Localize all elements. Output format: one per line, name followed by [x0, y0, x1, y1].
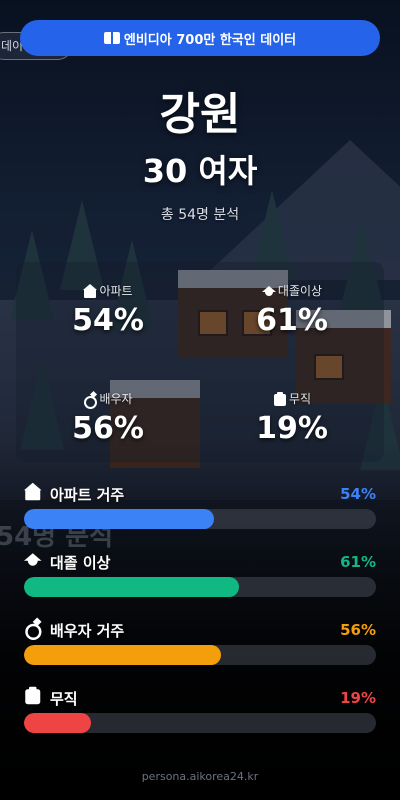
bar-label: 아파트 거주: [50, 485, 125, 504]
stat-label: 무직: [288, 392, 312, 406]
ring-icon: [24, 619, 47, 642]
footer-url[interactable]: persona.aikorea24.kr: [0, 770, 400, 783]
progress-track: [24, 645, 376, 665]
house-icon: [24, 482, 47, 506]
demographic-subtitle: 30 여자: [142, 152, 258, 190]
clipboard-icon: [273, 391, 287, 406]
progress-fill: [24, 509, 215, 529]
progress-track: [24, 577, 376, 597]
progress-track: [24, 509, 376, 529]
stat-label: 아파트: [99, 284, 133, 298]
stat-value: 19%: [256, 411, 328, 446]
stat-grid: 아파트 54% 대졸이상 61% 배우자 56% 무직 19%: [16, 262, 384, 462]
bar-percent: 61%: [340, 553, 376, 571]
bar-unemployed: 무직 19%: [24, 686, 376, 733]
book-icon: [103, 32, 120, 44]
ring-icon: [83, 392, 98, 409]
stat-unemployed: 무직 19%: [200, 390, 384, 446]
stat-apartment: 아파트 54%: [16, 282, 200, 338]
progress-fill: [24, 577, 239, 597]
graduation-cap-icon: [24, 551, 47, 574]
bar-label: 배우자 거주: [50, 621, 125, 640]
graduation-cap-icon: [261, 284, 276, 298]
stat-spouse: 배우자 56%: [16, 390, 200, 446]
stat-label: 대졸이상: [277, 284, 323, 298]
sample-count: 총 54명 분석: [160, 207, 240, 223]
banner-text: 엔비디아 700만 한국인 데이터: [123, 32, 297, 48]
bar-college: 대졸 이상 61%: [24, 551, 376, 597]
stat-value: 56%: [72, 411, 144, 446]
progress-fill: [24, 645, 222, 665]
stat-label: 배우자: [99, 392, 133, 406]
progress-track: [24, 713, 376, 733]
house-icon: [83, 283, 98, 298]
bar-spouse: 배우자 거주 56%: [24, 619, 376, 665]
region-title: 강원: [159, 89, 241, 140]
stat-value: 61%: [256, 303, 328, 338]
clipboard-icon: [24, 686, 47, 710]
stat-college: 대졸이상 61%: [200, 282, 384, 338]
bar-percent: 56%: [340, 621, 376, 639]
bar-percent: 54%: [340, 485, 376, 503]
bar-label: 대졸 이상: [50, 553, 111, 572]
stat-value: 54%: [72, 303, 144, 338]
data-source-banner[interactable]: 엔비디아 700만 한국인 데이터: [20, 20, 380, 56]
bar-apartment: 아파트 거주 54%: [24, 482, 376, 529]
bar-label: 무직: [50, 689, 78, 708]
progress-fill: [24, 713, 91, 733]
bar-percent: 19%: [340, 689, 376, 707]
